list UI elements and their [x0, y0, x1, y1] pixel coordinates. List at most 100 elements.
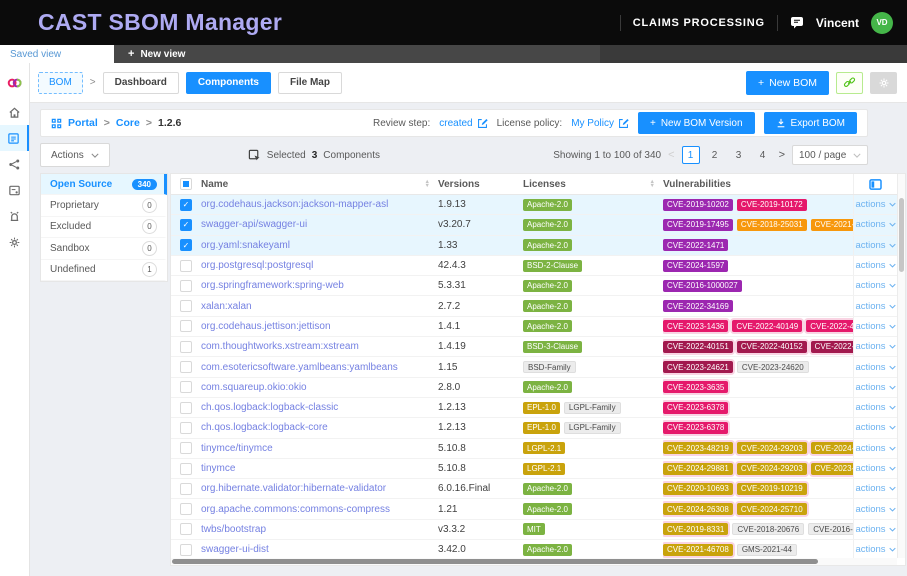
row-checkbox[interactable]: ✓ [180, 239, 192, 251]
new-bom-version-button[interactable]: + New BOM Version [638, 112, 755, 134]
new-bom-button[interactable]: + New BOM [746, 71, 829, 95]
vertical-scrollbar[interactable] [897, 174, 905, 558]
component-name-link[interactable]: org.apache.commons:commons-compress [201, 504, 390, 515]
filter-undefined[interactable]: Undefined1 [41, 260, 167, 281]
row-actions-dropdown[interactable]: actions [855, 280, 895, 291]
horizontal-scrollbar[interactable] [171, 558, 897, 565]
row-actions-dropdown[interactable]: actions [855, 321, 895, 332]
component-name-link[interactable]: com.esotericsoftware.yamlbeans:yamlbeans [201, 362, 398, 373]
bom-button[interactable]: BOM [38, 72, 83, 94]
nav-settings[interactable] [0, 229, 29, 255]
row-actions-dropdown[interactable]: actions [855, 443, 895, 454]
row-actions-dropdown[interactable]: actions [855, 463, 895, 474]
row-actions-dropdown[interactable]: actions [855, 219, 895, 230]
component-name-link[interactable]: org.codehaus.jackson:jackson-mapper-asl [201, 199, 388, 210]
row-actions-dropdown[interactable]: actions [855, 240, 895, 251]
component-name-link[interactable]: org.yaml:snakeyaml [201, 240, 290, 251]
row-checkbox[interactable] [180, 341, 192, 353]
row-checkbox[interactable] [180, 463, 192, 475]
page-number-3[interactable]: 3 [730, 146, 748, 164]
row-checkbox[interactable] [180, 280, 192, 292]
row-actions-dropdown[interactable]: actions [855, 544, 895, 555]
row-checkbox[interactable] [180, 422, 192, 434]
row-actions-dropdown[interactable]: actions [855, 260, 895, 271]
breadcrumb-portal[interactable]: Portal [68, 117, 98, 129]
page-number-2[interactable]: 2 [706, 146, 724, 164]
link-button[interactable] [836, 72, 863, 94]
row-actions-dropdown[interactable]: actions [855, 483, 895, 494]
col-licenses[interactable]: Licenses [523, 179, 566, 190]
component-name-link[interactable]: com.thoughtworks.xstream:xstream [201, 341, 359, 352]
component-name-link[interactable]: tinymce [201, 463, 235, 474]
page-size-select[interactable]: 100 / page [792, 145, 868, 165]
filter-excluded[interactable]: Excluded0 [41, 217, 167, 238]
row-actions-dropdown[interactable]: actions [855, 382, 895, 393]
tab-saved-view[interactable]: Saved view [0, 45, 114, 63]
component-name-link[interactable]: ch.qos.logback:logback-classic [201, 402, 338, 413]
row-actions-dropdown[interactable]: actions [855, 402, 895, 413]
nav-share[interactable] [0, 151, 29, 177]
nav-alerts[interactable] [0, 203, 29, 229]
page-number-1[interactable]: 1 [682, 146, 700, 164]
user-name[interactable]: Vincent [816, 16, 859, 30]
row-checkbox[interactable] [180, 402, 192, 414]
filter-open-source[interactable]: Open Source340 [41, 174, 167, 195]
sort-icon[interactable]: ▲▼ [425, 180, 430, 188]
nav-components[interactable] [0, 125, 29, 151]
row-actions-dropdown[interactable]: actions [855, 362, 895, 373]
filter-sandbox[interactable]: Sandbox0 [41, 238, 167, 259]
component-name-link[interactable]: tinymce/tinymce [201, 443, 273, 454]
row-checkbox[interactable] [180, 361, 192, 373]
row-actions-dropdown[interactable]: actions [855, 504, 895, 515]
select-all-checkbox[interactable] [180, 178, 192, 190]
chat-icon[interactable] [790, 16, 804, 29]
component-name-link[interactable]: org.codehaus.jettison:jettison [201, 321, 331, 332]
component-name-link[interactable]: ch.qos.logback:logback-core [201, 422, 328, 433]
license-policy-value[interactable]: My Policy [571, 118, 629, 129]
prev-page-button[interactable]: < [668, 149, 674, 161]
col-name[interactable]: Name [201, 179, 228, 190]
row-checkbox[interactable] [180, 320, 192, 332]
row-checkbox[interactable]: ✓ [180, 199, 192, 211]
component-name-link[interactable]: org.springframework:spring-web [201, 280, 344, 291]
component-name-link[interactable]: org.postgresql:postgresql [201, 260, 313, 271]
row-actions-dropdown[interactable]: actions [855, 422, 895, 433]
row-actions-dropdown[interactable]: actions [855, 301, 895, 312]
row-checkbox[interactable] [180, 523, 192, 535]
tab-new-view[interactable]: + New view [114, 45, 600, 63]
row-checkbox[interactable] [180, 260, 192, 272]
row-checkbox[interactable] [180, 300, 192, 312]
row-checkbox[interactable]: ✓ [180, 219, 192, 231]
row-actions-dropdown[interactable]: actions [855, 341, 895, 352]
review-step-value[interactable]: created [439, 118, 487, 129]
row-checkbox[interactable] [180, 442, 192, 454]
row-checkbox[interactable] [180, 544, 192, 556]
scrollbar-thumb[interactable] [172, 559, 818, 564]
actions-dropdown[interactable]: Actions [40, 143, 110, 167]
component-name-link[interactable]: swagger-ui-dist [201, 544, 269, 555]
breadcrumb-core[interactable]: Core [116, 117, 140, 129]
component-name-link[interactable]: org.hibernate.validator:hibernate-valida… [201, 483, 386, 494]
nav-home[interactable] [0, 99, 29, 125]
tab-dashboard[interactable]: Dashboard [103, 72, 179, 94]
component-name-link[interactable]: com.squareup.okio:okio [201, 382, 307, 393]
row-checkbox[interactable] [180, 381, 192, 393]
scrollbar-thumb[interactable] [899, 198, 904, 272]
tab-components[interactable]: Components [186, 72, 271, 94]
settings-button[interactable] [870, 72, 897, 94]
component-name-link[interactable]: swagger-api/swagger-ui [201, 219, 307, 230]
page-number-4[interactable]: 4 [754, 146, 772, 164]
row-actions-dropdown[interactable]: actions [855, 524, 895, 535]
tab-file-map[interactable]: File Map [278, 72, 342, 94]
export-bom-button[interactable]: Export BOM [764, 112, 857, 134]
column-settings-icon[interactable] [869, 179, 882, 190]
component-name-link[interactable]: xalan:xalan [201, 301, 252, 312]
component-name-link[interactable]: twbs/bootstrap [201, 524, 266, 535]
row-actions-dropdown[interactable]: actions [855, 199, 895, 210]
filter-proprietary[interactable]: Proprietary0 [41, 195, 167, 216]
row-checkbox[interactable] [180, 483, 192, 495]
nav-reports[interactable] [0, 177, 29, 203]
sort-icon[interactable]: ▲▼ [650, 180, 655, 188]
next-page-button[interactable]: > [779, 149, 785, 161]
row-checkbox[interactable] [180, 503, 192, 515]
